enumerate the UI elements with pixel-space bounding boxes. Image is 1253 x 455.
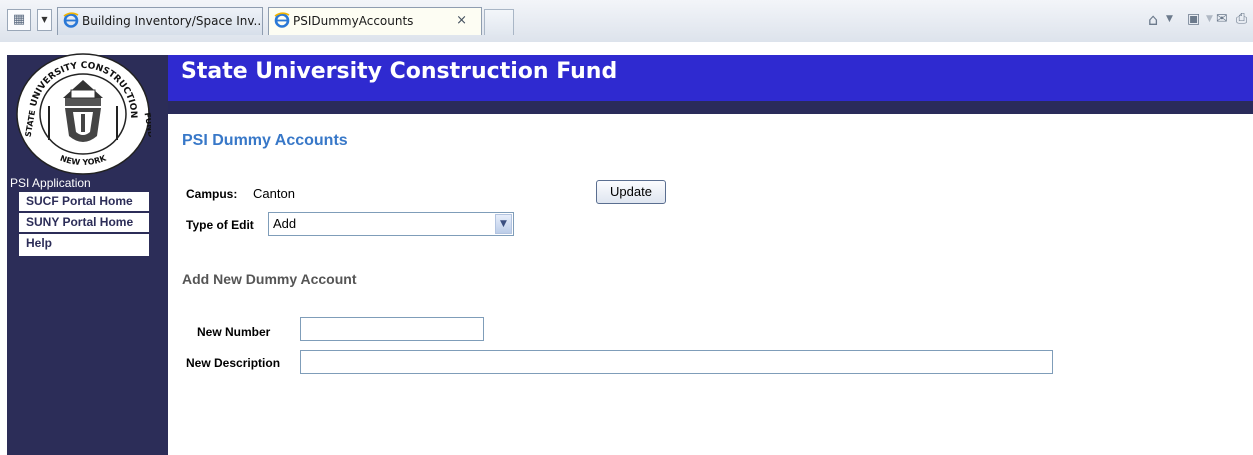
chevron-down-icon[interactable]: ▼: [1206, 14, 1213, 24]
type-of-edit-label: Type of Edit: [186, 218, 254, 232]
tab-label: Building Inventory/Space Inv...: [82, 14, 263, 28]
sidebar-item-sucf-portal-home[interactable]: SUCF Portal Home: [19, 192, 149, 211]
app-label: PSI Application: [10, 176, 91, 190]
page-title: PSI Dummy Accounts: [182, 132, 348, 149]
print-icon[interactable]: ⎙: [1236, 11, 1247, 27]
feeds-icon[interactable]: ▣: [1187, 11, 1200, 27]
page-top-margin: [0, 42, 1253, 55]
chevron-down-icon[interactable]: ▼: [37, 9, 52, 31]
new-description-label: New Description: [186, 356, 281, 370]
browser-tab-bar: ▦ ▼ Building Inventory/Space Inv... PSID…: [0, 0, 1253, 42]
close-icon[interactable]: ×: [456, 8, 467, 34]
new-tab-button[interactable]: [484, 9, 514, 35]
home-icon[interactable]: ⌂: [1148, 10, 1158, 29]
ie-icon: [63, 12, 79, 28]
mail-icon[interactable]: ✉: [1216, 11, 1228, 27]
header-strip: [168, 101, 1253, 114]
site-title: State University Construction Fund: [181, 59, 618, 84]
campus-label: Campus:: [186, 187, 238, 201]
tab-building-inventory[interactable]: Building Inventory/Space Inv...: [57, 7, 263, 35]
ie-icon: [274, 12, 290, 28]
sidebar-item-suny-portal-home[interactable]: SUNY Portal Home: [19, 213, 149, 232]
sucf-seal-logo: UNIVERSITY CONSTRUCTION STATE FUND NEW Y…: [16, 53, 151, 175]
update-button[interactable]: Update: [596, 180, 666, 204]
type-of-edit-value: Add: [273, 216, 297, 231]
new-description-input[interactable]: [300, 350, 1053, 374]
chevron-down-icon[interactable]: ▼: [1166, 14, 1173, 24]
tab-psi-dummy-accounts[interactable]: PSIDummyAccounts ×: [268, 7, 482, 35]
chevron-down-icon[interactable]: ▼: [495, 214, 512, 234]
quick-tabs-icon[interactable]: ▦: [7, 9, 31, 31]
sidebar-item-help[interactable]: Help: [19, 234, 149, 256]
new-number-label: New Number: [197, 325, 271, 339]
type-of-edit-select[interactable]: Add ▼: [268, 212, 514, 236]
tab-label: PSIDummyAccounts: [293, 14, 414, 28]
campus-value: Canton: [253, 186, 295, 201]
new-number-input[interactable]: [300, 317, 484, 341]
section-heading: Add New Dummy Account: [182, 271, 357, 287]
